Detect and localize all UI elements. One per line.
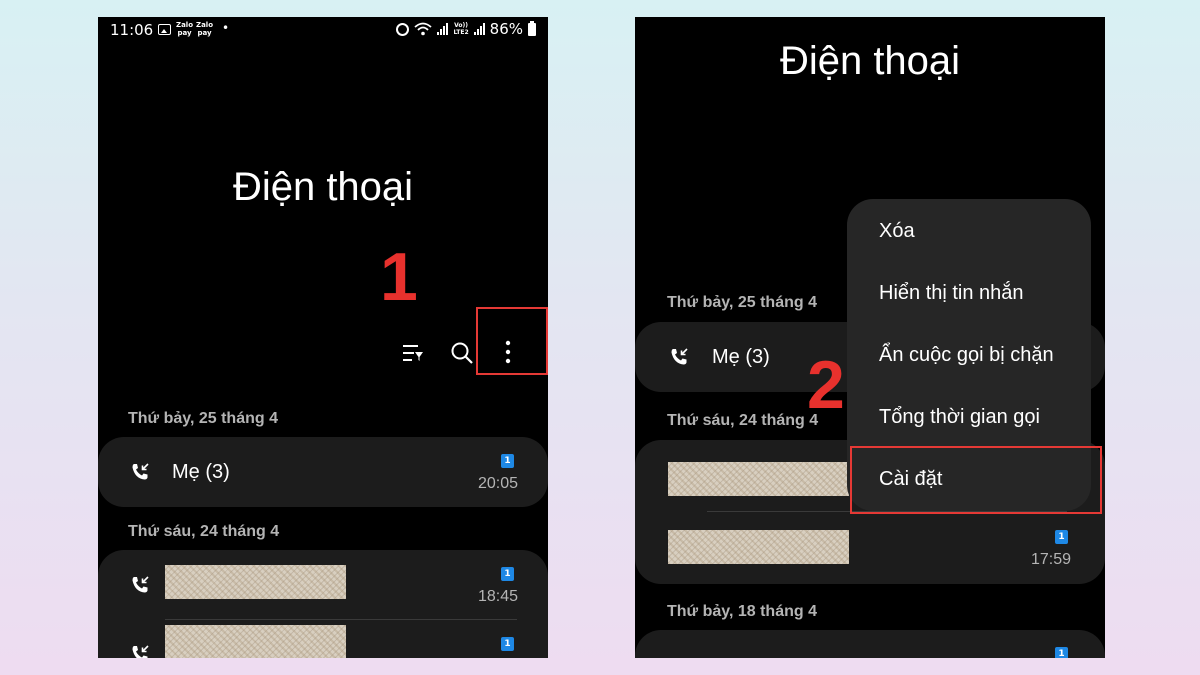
divider bbox=[165, 619, 517, 620]
sim-badge: 1 bbox=[501, 637, 514, 651]
call-time: 18:45 bbox=[478, 588, 519, 605]
zalo-pay-icon-2: Zalo pay bbox=[196, 21, 214, 37]
menu-item-show-messages[interactable]: Hiển thị tin nhắn bbox=[879, 282, 1024, 305]
incoming-call-icon bbox=[132, 576, 149, 593]
redacted-contact bbox=[668, 462, 849, 496]
highlight-more-button bbox=[476, 307, 548, 375]
status-time: 11:06 bbox=[110, 21, 154, 39]
wifi-icon bbox=[414, 22, 433, 36]
highlight-settings-item bbox=[850, 446, 1102, 514]
section-header: Thứ bảy, 18 tháng 4 bbox=[667, 603, 817, 620]
step-number-1: 1 bbox=[380, 239, 418, 315]
menu-item-hide-blocked-calls[interactable]: Ẩn cuộc gọi bị chặn bbox=[879, 344, 1054, 367]
redacted-contact bbox=[165, 565, 346, 599]
battery-percent: 86% bbox=[489, 20, 523, 38]
sim-badge: 1 bbox=[1055, 647, 1068, 658]
call-time: 17:59 bbox=[1031, 551, 1072, 568]
search-icon[interactable] bbox=[450, 341, 474, 365]
redacted-contact bbox=[165, 625, 346, 658]
signal-icon-2 bbox=[473, 23, 485, 35]
section-header: Thứ bảy, 25 tháng 4 bbox=[128, 410, 278, 427]
section-header: Thứ bảy, 25 tháng 4 bbox=[667, 294, 817, 311]
battery-icon bbox=[528, 20, 536, 36]
gallery-icon bbox=[158, 24, 171, 35]
contact-name: Mẹ (3) bbox=[172, 461, 230, 483]
call-time: 20:05 bbox=[478, 475, 519, 492]
incoming-call-icon bbox=[132, 463, 149, 480]
step-number-2: 2 bbox=[807, 347, 845, 423]
volte-icon: Vo)) LTE2 bbox=[453, 22, 469, 36]
signal-icon bbox=[437, 23, 449, 35]
status-bar: 11:06 Zalo pay Zalo pay • Vo)) LTE2 86% bbox=[98, 17, 548, 43]
phone-screen-right: Điện thoại Thứ bảy, 25 tháng 4 Mẹ (3) Th… bbox=[635, 17, 1105, 658]
redacted-contact bbox=[668, 530, 849, 564]
page-title: Điện thoại bbox=[779, 39, 961, 83]
sim-badge: 1 bbox=[501, 567, 514, 581]
call-log-item[interactable]: Mẹ (3) 1 20:05 bbox=[98, 437, 548, 507]
call-log-item[interactable]: 1 bbox=[635, 630, 1105, 658]
zalo-pay-icon: Zalo pay bbox=[176, 21, 194, 37]
menu-item-total-call-time[interactable]: Tổng thời gian gọi bbox=[879, 406, 1040, 429]
menu-item-delete[interactable]: Xóa bbox=[879, 220, 915, 243]
contact-name: Mẹ (3) bbox=[712, 346, 770, 368]
section-header: Thứ sáu, 24 tháng 4 bbox=[667, 412, 819, 429]
filter-icon[interactable] bbox=[402, 343, 424, 363]
section-header: Thứ sáu, 24 tháng 4 bbox=[128, 523, 280, 540]
alarm-icon bbox=[396, 22, 410, 36]
sim-badge: 1 bbox=[501, 454, 514, 468]
status-right: Vo)) LTE2 86% bbox=[396, 20, 536, 38]
incoming-call-icon bbox=[132, 645, 149, 658]
page-title: Điện thoại bbox=[232, 165, 414, 209]
incoming-call-icon bbox=[671, 348, 688, 365]
call-log-group: 1 18:45 1 bbox=[98, 550, 548, 658]
notification-dot: • bbox=[222, 21, 230, 35]
phone-screen-left: 11:06 Zalo pay Zalo pay • Vo)) LTE2 86% … bbox=[98, 17, 548, 658]
sim-badge: 1 bbox=[1055, 530, 1068, 544]
